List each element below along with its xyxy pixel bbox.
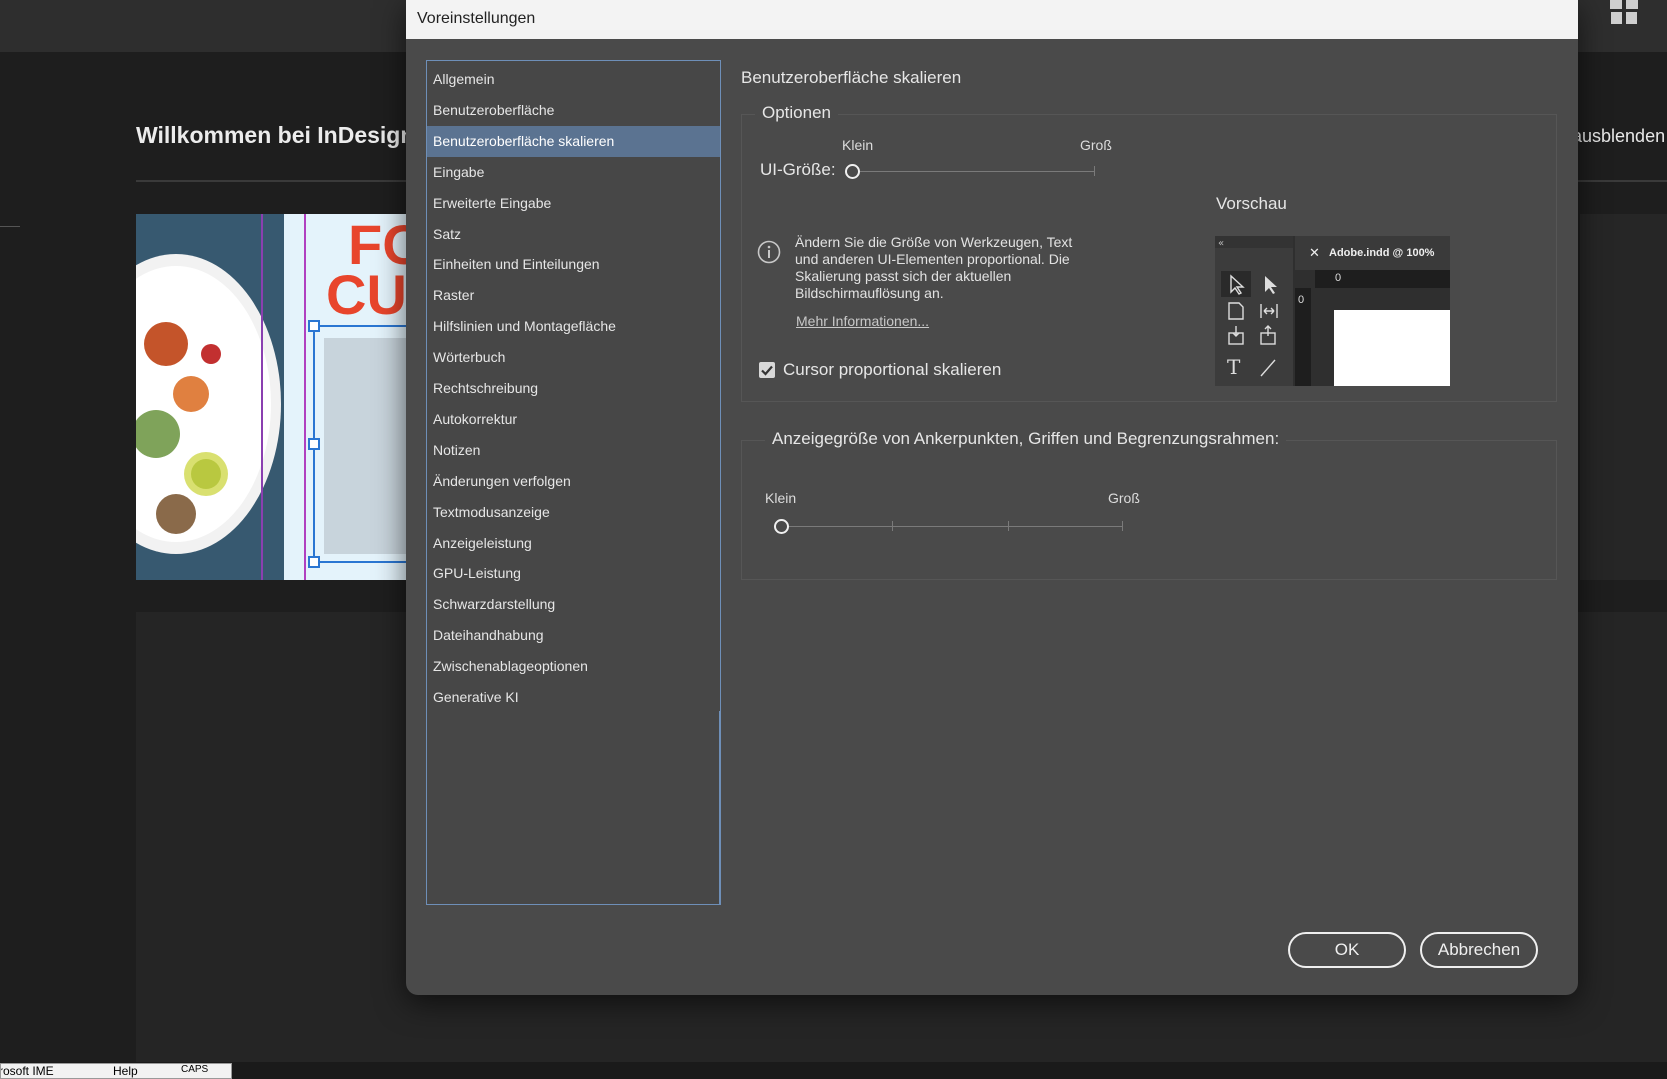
- preview-tab-title: Adobe.indd @ 100%: [1329, 247, 1435, 259]
- preview-document: ✕ Adobe.indd @ 100% 0 0: [1295, 236, 1450, 386]
- ruler-zero-horizontal: 0: [1335, 272, 1342, 284]
- ime-caps-indicator: CAPS: [181, 1064, 209, 1075]
- preview-thumbnail: « T ✕ Adobe.indd @ 100% 0 0: [1215, 236, 1450, 386]
- category-item[interactable]: Allgemein: [427, 64, 720, 95]
- anchor-size-slider-tick: [1122, 521, 1123, 531]
- ui-size-slider-tick: [1094, 166, 1095, 176]
- content-collector-icon: [1228, 326, 1244, 345]
- content-placer-icon: [1260, 325, 1276, 345]
- preferences-dialog: Voreinstellungen Allgemein Benutzeroberfl…: [406, 0, 1578, 995]
- category-item[interactable]: Schwarzdarstellung: [427, 589, 720, 620]
- preview-document-tab: ✕ Adobe.indd @ 100%: [1295, 236, 1450, 270]
- close-icon: ✕: [1309, 245, 1320, 260]
- secondary-card[interactable]: [1580, 214, 1667, 580]
- cursor-scale-checkbox[interactable]: [759, 362, 775, 378]
- section-title: Benutzeroberfläche skalieren: [741, 68, 962, 87]
- category-item[interactable]: Textmodusanzeige: [427, 497, 720, 528]
- anchor-size-max-label: Groß: [1108, 490, 1140, 506]
- gift-icon[interactable]: [1608, 0, 1640, 24]
- ui-size-label: UI-Größe:: [760, 160, 836, 179]
- category-item[interactable]: Autokorrektur: [427, 404, 720, 435]
- anchor-size-group: [741, 440, 1557, 580]
- ok-button[interactable]: OK: [1288, 932, 1406, 968]
- info-text: Ändern Sie die Größe von Werkzeugen, Tex…: [795, 234, 1073, 301]
- category-item[interactable]: GPU-Leistung: [427, 558, 720, 589]
- category-item[interactable]: Raster: [427, 280, 720, 311]
- line-tool-icon: [1260, 359, 1276, 377]
- ime-label: rosoft IME: [0, 1064, 54, 1078]
- anchor-size-slider-tick: [1008, 521, 1009, 531]
- anchor-size-legend: Anzeigegröße von Ankerpunkten, Griffen u…: [765, 429, 1287, 449]
- left-edge-mark: [0, 226, 20, 227]
- category-list-scrollbar[interactable]: [719, 711, 720, 905]
- preview-vertical-ruler: 0: [1295, 288, 1311, 386]
- preview-page: [1334, 310, 1450, 386]
- hero-image-card[interactable]: FO CU: [136, 214, 436, 580]
- anchor-size-slider-tick: [892, 521, 893, 531]
- category-item[interactable]: Satz: [427, 219, 720, 250]
- anchor-size-min-label: Klein: [765, 490, 797, 506]
- hero-illustration: FO CU: [136, 214, 436, 580]
- gap-tool-icon: [1260, 304, 1278, 318]
- taskbar: [0, 1062, 1667, 1079]
- category-item[interactable]: Änderungen verfolgen: [427, 466, 720, 497]
- dialog-titlebar[interactable]: Voreinstellungen: [406, 0, 1578, 39]
- hero-headline-line-2: CU: [326, 263, 407, 326]
- cursor-scale-label[interactable]: Cursor proportional skalieren: [783, 360, 1001, 380]
- category-list[interactable]: Allgemein Benutzeroberfläche Benutzeroberf…: [426, 60, 721, 905]
- ruler-zero-vertical: 0: [1298, 294, 1305, 306]
- category-item[interactable]: Dateihandhabung: [427, 620, 720, 651]
- cancel-button[interactable]: Abbrechen: [1420, 932, 1538, 968]
- ui-size-max-label: Groß: [1080, 137, 1112, 153]
- category-item[interactable]: Eingabe: [427, 157, 720, 188]
- preview-horizontal-ruler: 0: [1315, 270, 1450, 288]
- category-item[interactable]: Erweiterte Eingabe: [427, 188, 720, 219]
- anchor-size-slider-thumb[interactable]: [774, 519, 789, 534]
- category-item[interactable]: Benutzeroberfläche skalieren: [427, 125, 720, 157]
- category-item[interactable]: Wörterbuch: [427, 342, 720, 373]
- ui-size-slider-track[interactable]: [852, 171, 1094, 172]
- svg-text:T: T: [1227, 355, 1241, 379]
- category-item[interactable]: Zwischenablageoptionen: [427, 651, 720, 682]
- ime-help-button[interactable]: Help: [113, 1064, 138, 1078]
- category-item[interactable]: Hilfslinien und Montagefläche: [427, 311, 720, 342]
- category-item[interactable]: Rechtschreibung: [427, 373, 720, 404]
- options-legend: Optionen: [755, 103, 838, 123]
- hide-link[interactable]: ausblenden: [1572, 126, 1665, 147]
- preview-toolbar: « T: [1215, 236, 1293, 386]
- page-tool-icon: [1228, 302, 1244, 320]
- checkmark-icon: [761, 365, 773, 376]
- category-item[interactable]: Notizen: [427, 435, 720, 466]
- category-item[interactable]: Generative KI: [427, 682, 720, 713]
- ui-size-min-label: Klein: [842, 137, 874, 153]
- dialog-title: Voreinstellungen: [417, 10, 536, 27]
- anchor-size-slider-track[interactable]: [781, 526, 1122, 527]
- category-item[interactable]: Anzeigeleistung: [427, 528, 720, 559]
- ime-toolbar[interactable]: rosoft IME Help CAPS: [0, 1063, 232, 1079]
- info-icon: [757, 240, 781, 264]
- category-item[interactable]: Einheiten und Einteilungen: [427, 249, 720, 280]
- category-item[interactable]: Benutzeroberfläche: [427, 95, 720, 126]
- preview-label: Vorschau: [1216, 194, 1287, 213]
- more-info-link[interactable]: Mehr Informationen...: [796, 313, 929, 329]
- svg-text:«: «: [1218, 238, 1224, 249]
- type-tool-icon: T: [1227, 355, 1241, 379]
- ui-size-slider-thumb[interactable]: [845, 164, 860, 179]
- welcome-title: Willkommen bei InDesign, …: [136, 122, 451, 148]
- direct-selection-tool-icon: [1265, 276, 1277, 294]
